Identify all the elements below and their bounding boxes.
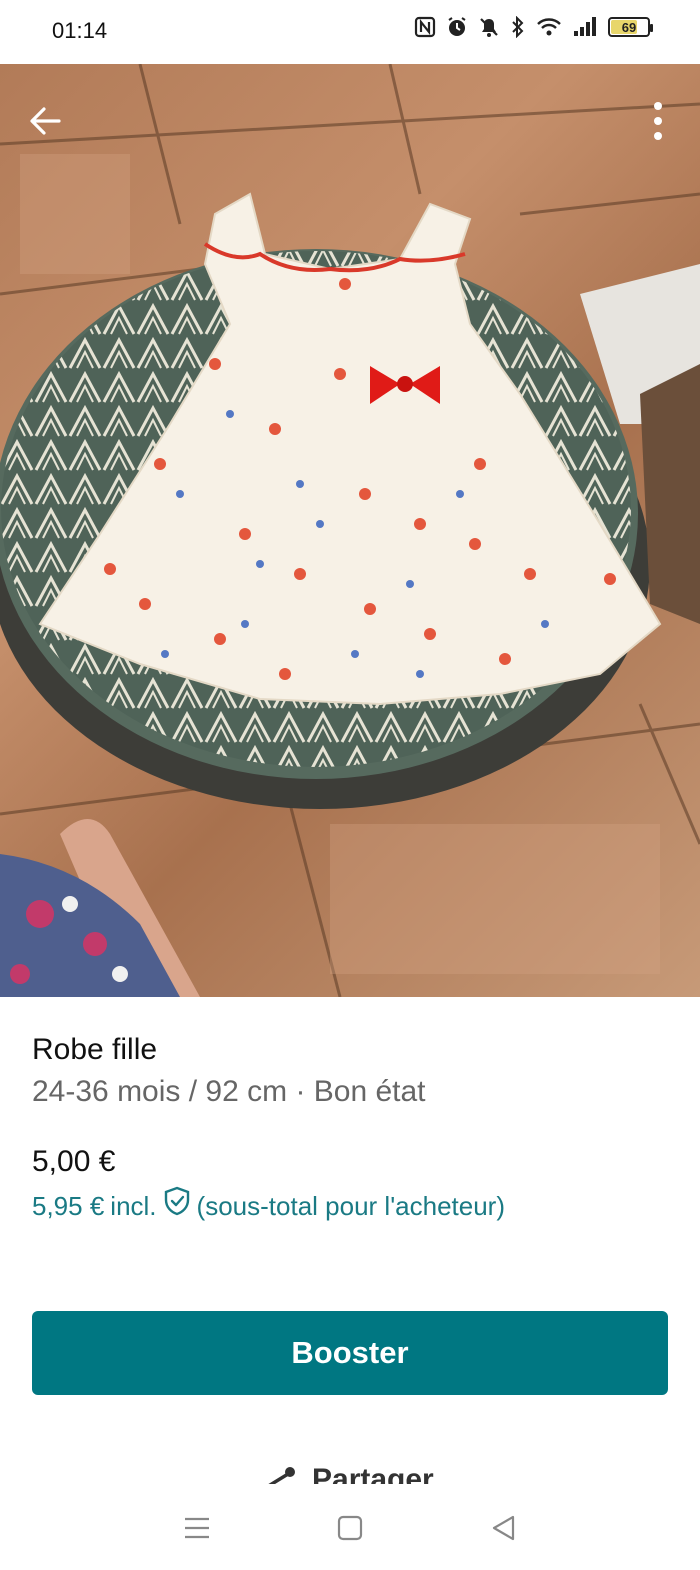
item-subtitle: 24-36 mois / 92 cm · Bon état bbox=[32, 1075, 426, 1108]
arrow-left-icon bbox=[30, 107, 61, 135]
more-options-button[interactable] bbox=[638, 94, 678, 148]
triangle-back-icon bbox=[493, 1515, 515, 1541]
item-price: 5,00 € bbox=[32, 1145, 116, 1178]
product-photo-illustration bbox=[0, 64, 700, 997]
recent-apps-button[interactable] bbox=[167, 1498, 227, 1558]
status-icons: 69 bbox=[414, 16, 653, 38]
price-incl-row[interactable]: 5,95 € incl. (sous-total pour l'acheteur… bbox=[32, 1186, 672, 1225]
price-incl-amount: 5,95 € bbox=[32, 1190, 105, 1221]
share-icon bbox=[268, 1467, 295, 1484]
alarm-icon bbox=[446, 16, 468, 38]
item-title: Robe fille bbox=[32, 1033, 158, 1066]
mute-icon bbox=[478, 16, 500, 38]
battery-level: 69 bbox=[621, 19, 637, 35]
battery-icon: 69 bbox=[608, 17, 653, 37]
square-icon bbox=[337, 1515, 363, 1541]
product-photo[interactable] bbox=[0, 64, 700, 997]
price-incl-note: (sous-total pour l'acheteur) bbox=[196, 1190, 505, 1221]
back-button[interactable] bbox=[18, 94, 72, 148]
price-incl-label: incl. bbox=[110, 1190, 157, 1221]
bluetooth-icon bbox=[510, 16, 526, 38]
back-nav-button[interactable] bbox=[473, 1498, 533, 1558]
booster-button[interactable]: Booster bbox=[32, 1311, 668, 1395]
nfc-icon bbox=[414, 16, 436, 38]
home-button[interactable] bbox=[320, 1498, 380, 1558]
more-vertical-icon bbox=[654, 102, 662, 140]
menu-lines-icon bbox=[184, 1517, 209, 1539]
shield-icon bbox=[163, 1186, 191, 1225]
wifi-icon bbox=[536, 16, 562, 38]
system-nav-bar bbox=[0, 1486, 700, 1570]
share-label: Partager bbox=[312, 1463, 434, 1484]
status-bar: 01:14 69 bbox=[0, 0, 700, 64]
share-button[interactable]: Partager bbox=[258, 1460, 434, 1484]
signal-icon bbox=[572, 16, 598, 38]
status-time: 01:14 bbox=[52, 18, 108, 43]
item-details: Robe fille 24-36 mois / 92 cm · Bon état… bbox=[32, 1030, 672, 1225]
